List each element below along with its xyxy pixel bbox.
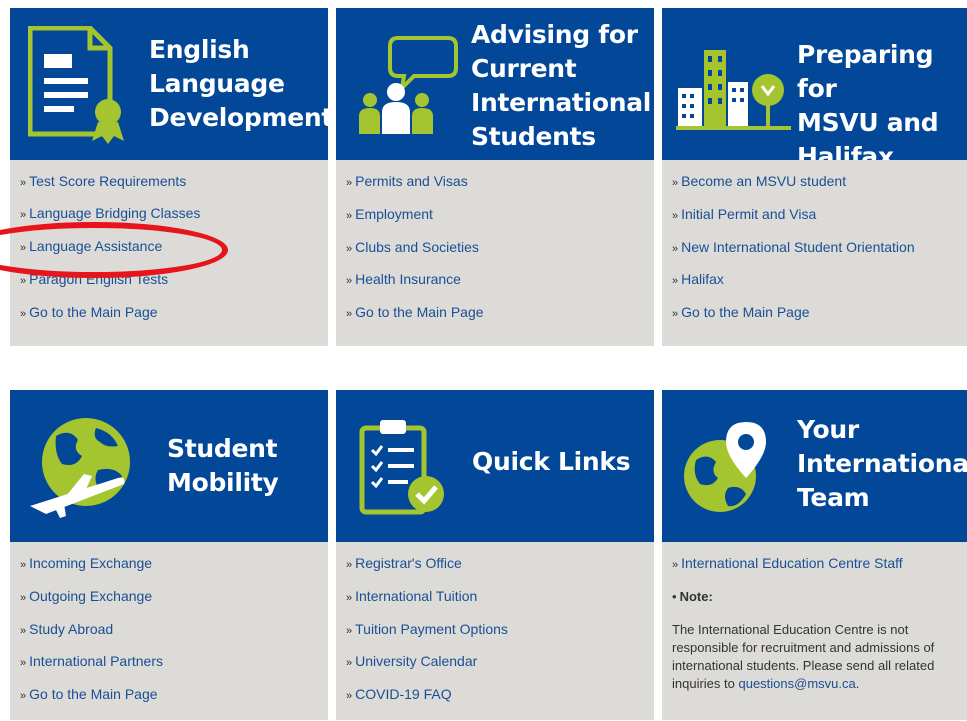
link-registrars-office[interactable]: » Registrar's Office — [346, 555, 462, 571]
link-permits-and-visas[interactable]: » Permits and Visas — [346, 173, 468, 189]
link-clubs-and-societies[interactable]: » Clubs and Societies — [346, 239, 479, 255]
card-title: English Language Development — [149, 35, 328, 132]
card-header[interactable]: Preparing for MSVU and Halifax — [662, 8, 967, 160]
card-header[interactable]: Student Mobility — [10, 390, 328, 542]
link-test-score-requirements[interactable]: » Test Score Requirements — [20, 173, 186, 189]
card-header[interactable]: Your International Team — [662, 390, 967, 542]
card-header[interactable]: Quick Links — [336, 390, 654, 542]
link-international-partners[interactable]: » International Partners — [20, 653, 163, 669]
card-preparing-for-msvu: Preparing for MSVU and Halifax » Become a… — [662, 8, 967, 346]
card-links: » International Education Centre Staff • N… — [662, 542, 967, 720]
advising-group-icon — [359, 36, 458, 134]
card-header[interactable]: English Language Development — [10, 8, 328, 160]
card-title: Your International Team — [797, 415, 967, 512]
link-go-to-main-page[interactable]: » Go to the Main Page — [672, 304, 810, 320]
clipboard-checklist-icon — [359, 420, 444, 515]
note-text: The International Education Centre is no… — [672, 622, 935, 691]
link-outgoing-exchange[interactable]: » Outgoing Exchange — [20, 588, 152, 604]
card-links: » Incoming Exchange » Outgoing Exchange » S… — [10, 542, 328, 720]
email-link[interactable]: questions@msvu.ca — [738, 676, 855, 691]
link-language-assistance[interactable]: » Language Assistance — [20, 238, 162, 254]
link-new-international-student-orientation[interactable]: » New International Student Orientation — [672, 239, 915, 255]
link-language-bridging-classes[interactable]: » Language Bridging Classes — [20, 205, 200, 221]
card-title: Quick Links — [472, 447, 631, 476]
link-go-to-main-page[interactable]: » Go to the Main Page — [20, 686, 158, 702]
card-links: » Become an MSVU student » Initial Permit … — [662, 160, 967, 346]
card-links: » Test Score Requirements » Language Bridg… — [10, 160, 328, 346]
link-health-insurance[interactable]: » Health Insurance — [346, 271, 461, 287]
link-covid-19-faq[interactable]: » COVID-19 FAQ — [346, 686, 452, 702]
note-label: • Note: — [672, 589, 713, 604]
link-study-abroad[interactable]: » Study Abroad — [20, 621, 113, 637]
card-title: Student Mobility — [167, 434, 279, 497]
city-icon — [676, 50, 791, 130]
link-go-to-main-page[interactable]: » Go to the Main Page — [20, 304, 158, 320]
globe-location-icon — [684, 422, 766, 512]
link-initial-permit-and-visa[interactable]: » Initial Permit and Visa — [672, 206, 816, 222]
link-go-to-main-page[interactable]: » Go to the Main Page — [346, 304, 484, 320]
link-incoming-exchange[interactable]: » Incoming Exchange — [20, 555, 152, 571]
link-paragon-english-tests[interactable]: » Paragon English Tests — [20, 271, 168, 287]
globe-airplane-icon — [30, 418, 130, 518]
link-tuition-payment-options[interactable]: » Tuition Payment Options — [346, 621, 508, 637]
link-international-education-centre-staff[interactable]: » International Education Centre Staff — [672, 555, 903, 571]
card-advising-international-students: Advising for Current International Stude… — [336, 8, 654, 346]
card-title: Preparing for MSVU and Halifax — [797, 40, 939, 160]
card-student-mobility: Student Mobility » Incoming Exchange » Out… — [10, 390, 328, 720]
card-english-language-development: English Language Development » Test Score… — [10, 8, 328, 346]
link-university-calendar[interactable]: » University Calendar — [346, 653, 477, 669]
card-header[interactable]: Advising for Current International Stude… — [336, 8, 654, 160]
card-quick-links: Quick Links » Registrar's Office » Interna… — [336, 390, 654, 720]
link-halifax[interactable]: » Halifax — [672, 271, 724, 287]
link-international-tuition[interactable]: » International Tuition — [346, 588, 477, 604]
card-title: Advising for Current International Stude… — [471, 20, 652, 151]
card-your-international-team: Your International Team » International E… — [662, 390, 967, 720]
card-links: » Permits and Visas » Employment » Clubs an… — [336, 160, 654, 346]
certificate-icon — [28, 26, 124, 144]
link-employment[interactable]: » Employment — [346, 206, 433, 222]
card-links: » Registrar's Office » International Tuiti… — [336, 542, 654, 720]
link-become-msvu-student[interactable]: » Become an MSVU student — [672, 173, 846, 189]
